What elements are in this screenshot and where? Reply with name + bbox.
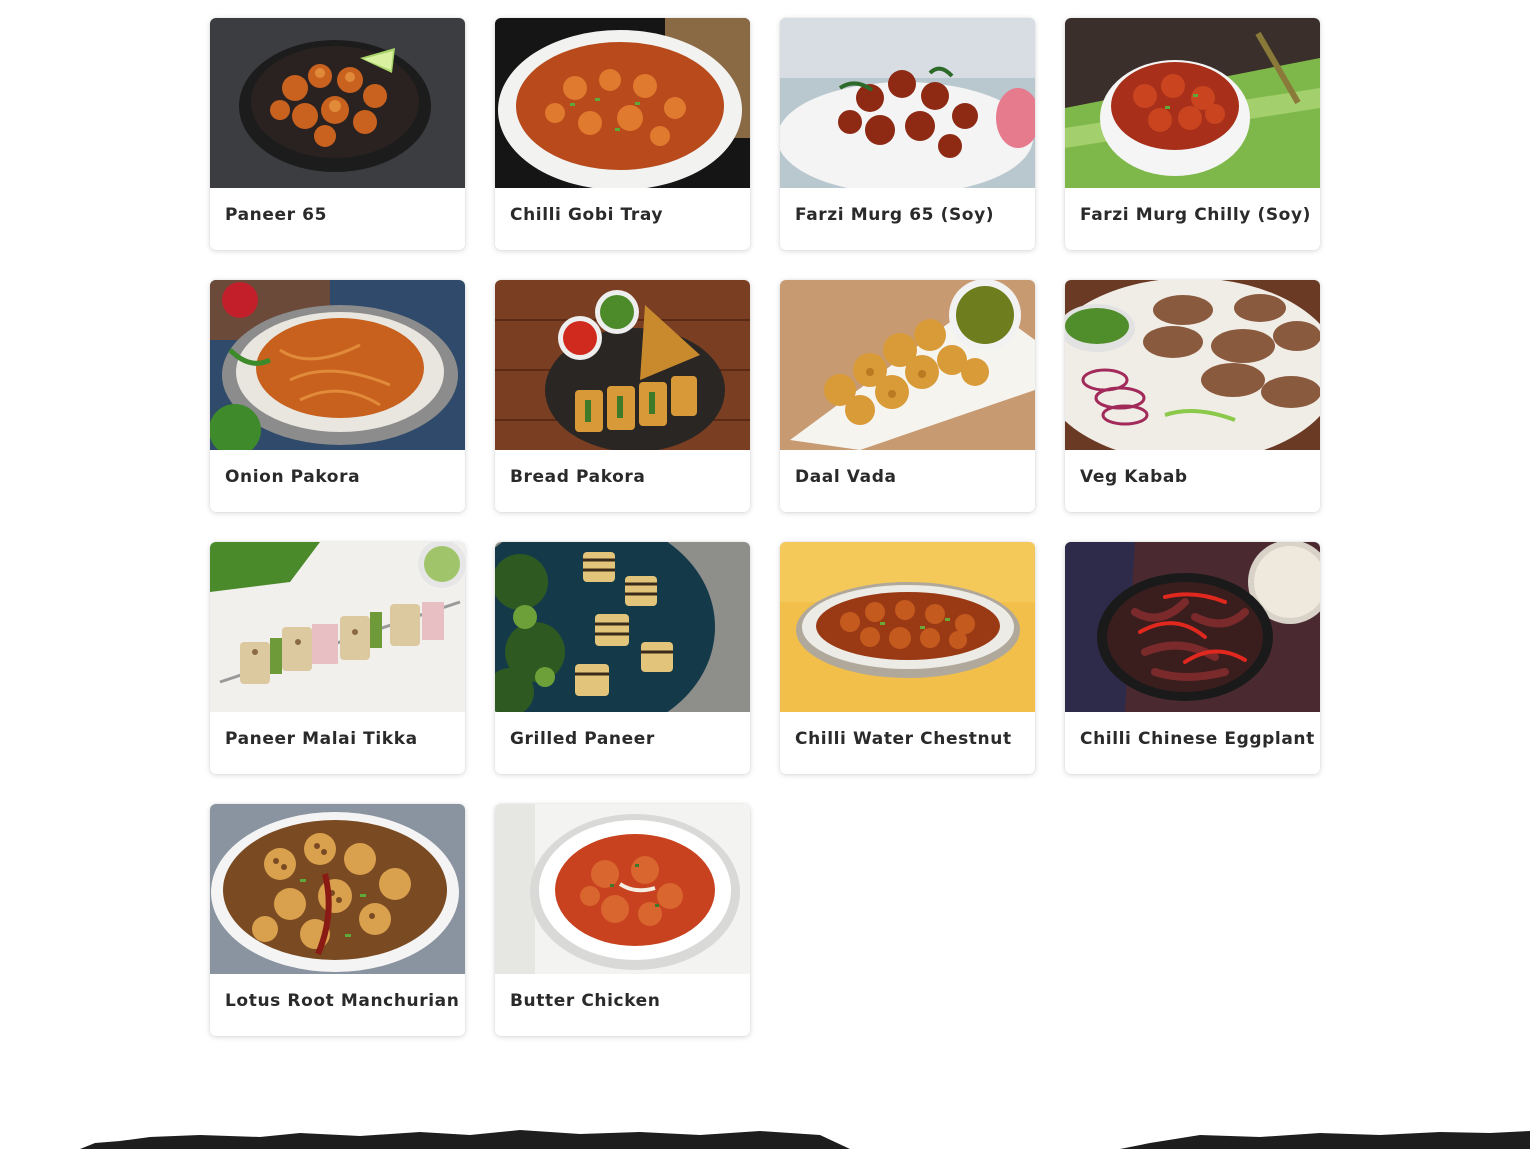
menu-item-name: Veg Kabab	[1080, 467, 1188, 487]
menu-item-card[interactable]: Lotus Root Manchurian	[210, 804, 465, 1036]
paneer-malai-tikka-photo	[210, 542, 465, 712]
menu-item-card[interactable]: Chilli Water Chestnut	[780, 542, 1035, 774]
farzi-murg-chilly-photo	[1065, 18, 1320, 188]
chilli-gobi-tray-photo	[495, 18, 750, 188]
footer-torn-edge	[80, 1130, 1530, 1149]
paneer-65-photo	[210, 18, 465, 188]
menu-item-name: Onion Pakora	[225, 467, 361, 487]
menu-item-card[interactable]: Farzi Murg 65 (Soy)	[780, 18, 1035, 250]
menu-item-card[interactable]: Daal Vada	[780, 280, 1035, 512]
menu-item-name: Paneer Malai Tikka	[225, 729, 418, 749]
menu-item-name: Paneer 65	[225, 205, 327, 225]
menu-item-card[interactable]: Chilli Gobi Tray	[495, 18, 750, 250]
menu-item-name: Lotus Root Manchurian	[225, 991, 460, 1011]
menu-item-name: Chilli Gobi Tray	[510, 205, 664, 225]
menu-page: Paneer 65 Chilli Gobi Tray Farzi Murg 65…	[0, 0, 1530, 1149]
menu-item-name: Bread Pakora	[510, 467, 646, 487]
menu-item-card[interactable]: Farzi Murg Chilly (Soy)	[1065, 18, 1320, 250]
menu-item-name: Daal Vada	[795, 467, 897, 487]
menu-item-name: Butter Chicken	[510, 991, 661, 1011]
menu-item-name: Chilli Chinese Eggplant	[1080, 729, 1315, 749]
menu-item-card[interactable]: Grilled Paneer	[495, 542, 750, 774]
menu-item-card[interactable]: Butter Chicken	[495, 804, 750, 1036]
menu-item-card[interactable]: Veg Kabab	[1065, 280, 1320, 512]
farzi-murg-65-photo	[780, 18, 1035, 188]
chilli-chinese-eggplant-photo	[1065, 542, 1320, 712]
chilli-water-chestnut-photo	[780, 542, 1035, 712]
menu-item-card[interactable]: Onion Pakora	[210, 280, 465, 512]
veg-kabab-photo	[1065, 280, 1320, 450]
lotus-root-manchurian-photo	[210, 804, 465, 974]
menu-item-name: Farzi Murg 65 (Soy)	[795, 205, 995, 225]
menu-item-name: Grilled Paneer	[510, 729, 655, 749]
menu-item-card[interactable]: Bread Pakora	[495, 280, 750, 512]
menu-item-card[interactable]: Paneer Malai Tikka	[210, 542, 465, 774]
menu-item-name: Farzi Murg Chilly (Soy)	[1080, 205, 1312, 225]
grilled-paneer-photo	[495, 542, 750, 712]
bread-pakora-photo	[495, 280, 750, 450]
butter-chicken-photo	[495, 804, 750, 974]
menu-item-card[interactable]: Chilli Chinese Eggplant	[1065, 542, 1320, 774]
menu-item-name: Chilli Water Chestnut	[795, 729, 1012, 749]
menu-item-card[interactable]: Paneer 65	[210, 18, 465, 250]
menu-grid: Paneer 65 Chilli Gobi Tray Farzi Murg 65…	[210, 18, 1320, 1036]
onion-pakora-photo	[210, 280, 465, 450]
daal-vada-photo	[780, 280, 1035, 450]
